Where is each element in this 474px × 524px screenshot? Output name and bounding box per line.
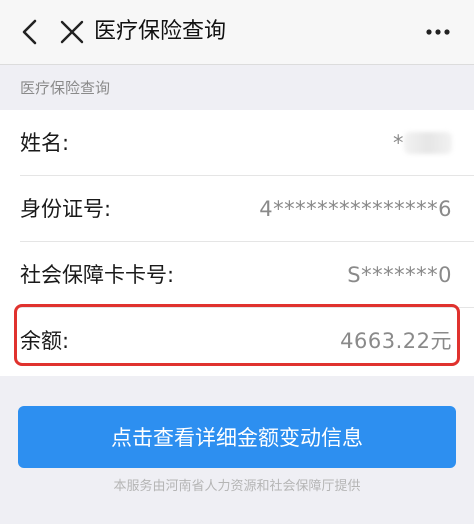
more-button[interactable] [418,0,458,64]
close-icon [60,20,84,44]
nav-bar: 医疗保险查询 [0,0,474,65]
close-button[interactable] [52,0,92,64]
card-number-value: S*******0 [347,263,452,287]
id-number-value: 4***************6 [259,197,452,221]
balance-highlight-box [14,304,460,366]
footer-text: 本服务由河南省人力资源和社会保障厅提供 [113,479,361,494]
card-number-label: 社会保障卡卡号: [20,263,175,287]
chevron-left-icon [22,19,37,45]
id-number-label: 身份证号: [20,197,112,221]
row-id-number: 身份证号: 4***************6 [0,176,474,242]
page-title: 医疗保险查询 [94,19,227,44]
more-icon [426,29,450,35]
view-details-button[interactable]: 点击查看详细金额变动信息 [18,406,456,468]
back-button[interactable] [10,0,50,64]
name-label: 姓名: [20,131,70,155]
row-card-number: 社会保障卡卡号: S*******0 [0,242,474,308]
section-header: 医疗保险查询 [20,79,111,97]
redaction-blur [404,132,452,154]
row-name: 姓名: * [0,110,474,176]
name-value: * [393,131,404,155]
